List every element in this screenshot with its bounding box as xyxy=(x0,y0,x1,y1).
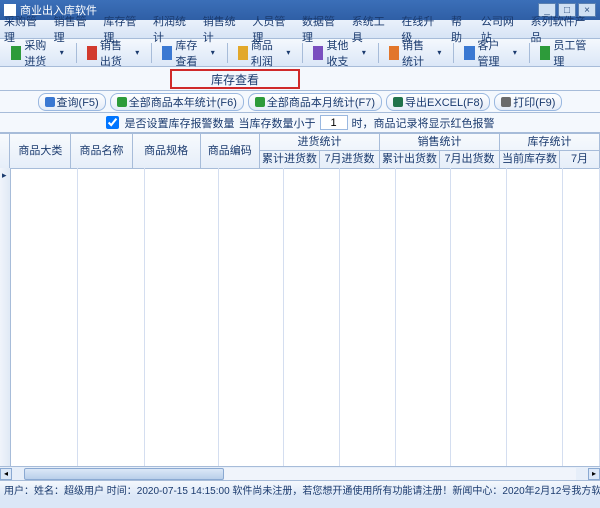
col-stock-month[interactable]: 7月 xyxy=(560,151,600,168)
excel-icon xyxy=(393,97,403,107)
alarm-suffix: 时，商品记录将显示红色报警 xyxy=(352,115,495,131)
grid-header: 商品大类 商品名称 商品规格 商品编码 进货统计 累计进货数 7月进货数 销售统… xyxy=(0,133,600,169)
export-button[interactable]: 导出EXCEL(F8) xyxy=(386,93,490,111)
statusbar: 用户：姓名：超级用户 时间：2020-07-15 14:15:00 软件尚未注册… xyxy=(0,480,600,496)
toolbar-profit[interactable]: 商品利润▾ xyxy=(231,42,298,64)
toolbar-stats[interactable]: 销售统计▾ xyxy=(382,42,449,64)
toolbar-customer[interactable]: 客户管理▾ xyxy=(457,42,524,64)
col-code[interactable]: 商品编码 xyxy=(201,134,260,168)
other-icon xyxy=(313,46,323,60)
col-group-stock[interactable]: 库存统计 xyxy=(500,134,600,151)
col-stock-current[interactable]: 当前库存数 xyxy=(500,151,560,168)
alarm-threshold-input[interactable] xyxy=(320,115,348,130)
print-icon xyxy=(501,97,511,107)
menu-item[interactable]: 销售管理 xyxy=(54,13,94,45)
active-tab-highlight[interactable]: 库存查看 xyxy=(170,69,300,89)
filterbar: 查询(F5) 全部商品本年统计(F6) 全部商品本月统计(F7) 导出EXCEL… xyxy=(0,91,600,113)
alarm-label: 是否设置库存报警数量 xyxy=(125,115,235,131)
customer-icon xyxy=(464,46,474,60)
purchase-icon xyxy=(11,46,21,60)
menu-item[interactable]: 销售统计 xyxy=(203,13,243,45)
col-category[interactable]: 商品大类 xyxy=(10,134,71,168)
horizontal-scrollbar[interactable]: ◂ ▸ xyxy=(0,466,600,480)
col-in-total[interactable]: 累计进货数 xyxy=(260,151,320,168)
col-group-in[interactable]: 进货统计 xyxy=(260,134,380,151)
alarm-prefix: 当库存数量小于 xyxy=(239,115,316,131)
scroll-thumb[interactable] xyxy=(24,468,224,480)
col-name[interactable]: 商品名称 xyxy=(71,134,132,168)
toolbar-sales[interactable]: 销售出货▾ xyxy=(80,42,147,64)
inventory-icon xyxy=(162,46,172,60)
toolbar-inventory[interactable]: 库存查看▾ xyxy=(155,42,222,64)
col-group-out[interactable]: 销售统计 xyxy=(380,134,500,151)
col-out-total[interactable]: 累计出货数 xyxy=(380,151,440,168)
sales-icon xyxy=(87,46,97,60)
profit-icon xyxy=(238,46,248,60)
scroll-right-icon[interactable]: ▸ xyxy=(588,468,600,480)
col-in-month[interactable]: 7月进货数 xyxy=(320,151,380,168)
col-out-month[interactable]: 7月出货数 xyxy=(440,151,500,168)
toolbar-purchase[interactable]: 采购进货▾ xyxy=(4,42,71,64)
scroll-left-icon[interactable]: ◂ xyxy=(0,468,12,480)
stats-icon xyxy=(389,46,399,60)
toolbar-staff[interactable]: 员工管理 xyxy=(533,42,594,64)
statusbar-bottom xyxy=(0,496,600,508)
toolbar-other[interactable]: 其他收支▾ xyxy=(306,42,373,64)
search-icon xyxy=(45,97,55,107)
tabbar: 库存查看 xyxy=(0,67,600,91)
staff-icon xyxy=(540,46,551,60)
menubar: 采购管理 销售管理 库存管理 利润统计 销售统计 人员管理 数据管理 系统工具 … xyxy=(0,20,600,39)
option-bar: 是否设置库存报警数量 当库存数量小于 时，商品记录将显示红色报警 xyxy=(0,113,600,133)
row-header[interactable] xyxy=(0,168,11,466)
grid-body[interactable] xyxy=(0,168,600,466)
check-icon xyxy=(117,97,127,107)
query-button[interactable]: 查询(F5) xyxy=(38,93,106,111)
year-stats-button[interactable]: 全部商品本年统计(F6) xyxy=(110,93,244,111)
col-spec[interactable]: 商品规格 xyxy=(133,134,201,168)
data-grid: 商品大类 商品名称 商品规格 商品编码 进货统计 累计进货数 7月进货数 销售统… xyxy=(0,133,600,480)
menu-item[interactable]: 帮助 xyxy=(451,13,471,45)
print-button[interactable]: 打印(F9) xyxy=(494,93,562,111)
month-stats-button[interactable]: 全部商品本月统计(F7) xyxy=(248,93,382,111)
check-icon xyxy=(255,97,265,107)
toolbar: 采购进货▾ 销售出货▾ 库存查看▾ 商品利润▾ 其他收支▾ 销售统计▾ 客户管理… xyxy=(0,39,600,67)
alarm-checkbox[interactable] xyxy=(106,116,119,129)
